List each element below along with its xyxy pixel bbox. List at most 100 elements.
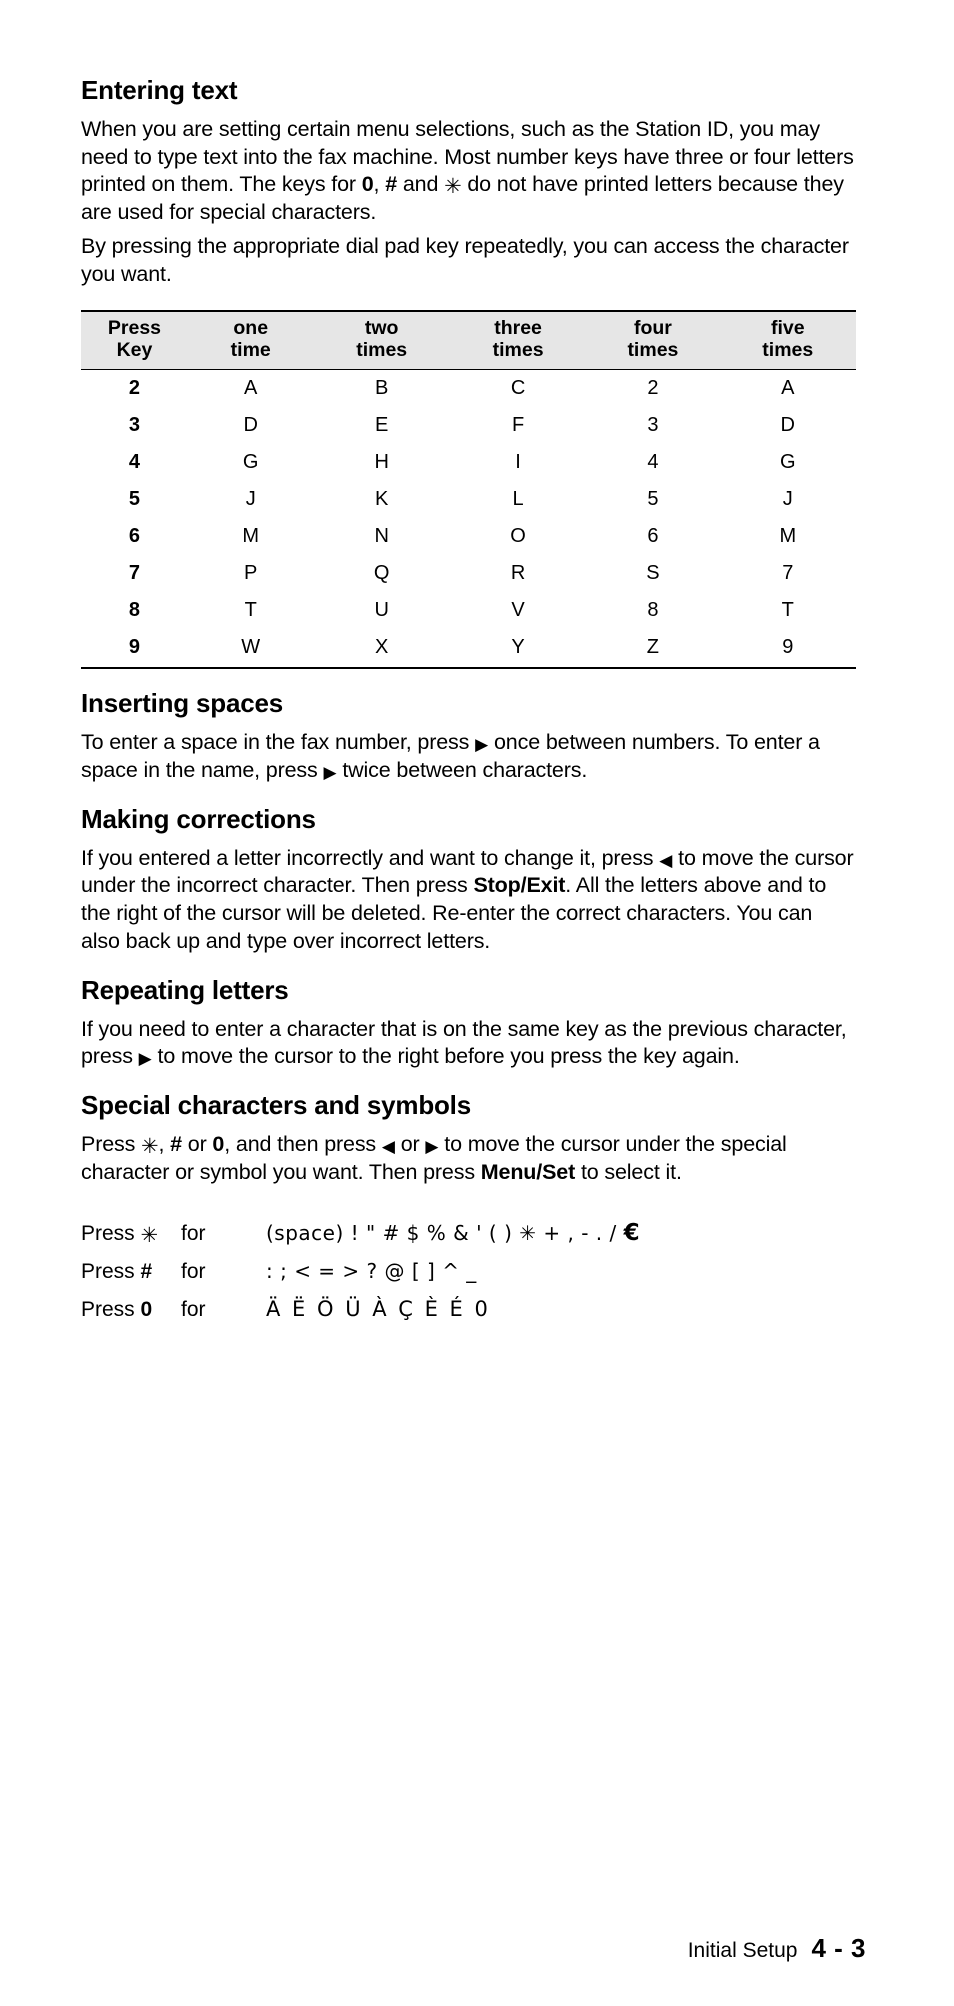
footer-page-number: 4 - 3 [811, 1933, 866, 1963]
column-header-five-times: five times [719, 310, 856, 370]
cell-five-times: M [779, 525, 797, 548]
intro-and: and [397, 172, 445, 197]
heading-repeating-letters: Repeating letters [81, 974, 289, 1005]
column-header-three-times: three times [449, 310, 587, 370]
key-label-hash: # [170, 1131, 182, 1156]
character-set-text: (space) ! " # $ % & ' ( ) ✳ + , - . / [266, 1221, 617, 1246]
header-line-1: three [494, 317, 542, 340]
list-item: Press 0 for Ä Ë Ö Ü À Ç È É 0 [81, 1297, 856, 1322]
for-label: for [181, 1298, 206, 1322]
asterisk-icon: ✳ [141, 1133, 159, 1158]
heading-special-characters: Special characters and symbols [81, 1090, 471, 1120]
cell-two-times: B [375, 377, 389, 400]
cell-five-times: T [781, 599, 794, 622]
table-row: 2 A B C 2 A [81, 369, 856, 407]
text-segment: To enter a space in the fax number, pres… [81, 730, 476, 755]
text-segment: , [158, 1131, 171, 1156]
cell-one-time: A [244, 377, 258, 400]
table-row: 9 W X Y Z 9 [81, 628, 856, 670]
text-segment: twice between characters. [336, 758, 588, 783]
arrow-right-icon: ▶ [475, 735, 489, 755]
character-set: : ; < = > ? @ [ ] ^ _ [266, 1259, 477, 1284]
header-line-2: times [356, 339, 408, 362]
cell-five-times: 7 [782, 562, 794, 585]
cell-four-times: S [646, 562, 660, 585]
key-zero-inline: 0 [361, 172, 374, 197]
cell-two-times: N [374, 525, 389, 548]
column-header-four-times: four times [586, 310, 720, 370]
page-footer: Initial Setup 4 - 3 [688, 1933, 866, 1964]
cell-four-times: 5 [647, 488, 659, 511]
cell-three-times: L [512, 488, 524, 511]
cell-two-times: K [375, 488, 389, 511]
key-hash-inline: # [385, 172, 398, 197]
asterisk-icon: ✳ [444, 174, 462, 199]
cell-four-times: 2 [647, 377, 659, 400]
cell-one-time: W [187, 628, 314, 670]
header-line-2: times [762, 339, 814, 362]
cell-key: 9 [81, 628, 188, 670]
header-line-2: times [627, 339, 679, 362]
cell-three-times: C [510, 377, 526, 400]
cell-two-times: E [375, 414, 389, 437]
cell-five-times: 9 [719, 628, 856, 670]
table-row: 8 T U V 8 T [81, 592, 856, 629]
text-segment: or [181, 1131, 213, 1156]
table-row: 7 P Q R S 7 [81, 555, 856, 592]
text-segment: If you entered a letter incorrectly and … [81, 845, 660, 870]
text-segment: to move the cursor to the right before y… [151, 1044, 740, 1069]
cell-five-times: A [781, 377, 795, 400]
column-header-two-times: two times [313, 310, 450, 370]
arrow-right-icon: ▶ [425, 1136, 439, 1156]
table-header: Press Key one time two times three times [81, 310, 856, 370]
cell-five-times: G [780, 451, 796, 474]
cell-one-time: J [245, 488, 256, 511]
press-word: Press [81, 1298, 135, 1322]
cell-five-times: D [780, 414, 795, 437]
key-label-stop-exit: Stop/Exit [473, 873, 566, 898]
intro-comma: , [373, 172, 386, 197]
euro-icon: € [623, 1220, 641, 1247]
paragraph-special-characters: Press ✳, # or 0, and then press ◀ or ▶ t… [81, 1131, 856, 1186]
special-character-list: Press ✳ for (space) ! " # $ % & ' ( ) ✳ … [81, 1220, 856, 1322]
cell-one-time: P [244, 562, 258, 585]
cell-two-times: X [313, 628, 450, 670]
header-line-1: Press [107, 317, 162, 340]
paragraph-repeating-letters: If you need to enter a character that is… [81, 1016, 856, 1071]
cell-key: 7 [128, 562, 141, 585]
column-header-press-key: Press Key [81, 310, 188, 370]
press-word: Press [81, 1260, 135, 1284]
key-label-hash: # [140, 1260, 153, 1284]
paragraph-inserting-spaces: To enter a space in the fax number, pres… [81, 729, 856, 784]
cell-one-time: T [244, 599, 257, 622]
cell-four-times: 4 [647, 451, 659, 474]
key-label-menu-set: Menu/Set [480, 1159, 576, 1184]
for-label: for [181, 1222, 206, 1246]
cell-one-time: D [243, 414, 258, 437]
cell-three-times: O [510, 525, 526, 548]
arrow-right-icon: ▶ [323, 763, 337, 783]
table-body: 2 A B C 2 A 3 D E F 3 D 4 G H I 4 G 5 J … [81, 369, 856, 670]
heading-inserting-spaces: Inserting spaces [81, 688, 283, 719]
footer-chapter-label: Initial Setup [687, 1939, 798, 1962]
arrow-left-icon: ◀ [381, 1136, 395, 1156]
cell-three-times: R [510, 562, 526, 585]
header-line-1: four [633, 317, 672, 340]
cell-two-times: H [374, 451, 389, 474]
press-key-label: Press 0 [81, 1298, 181, 1322]
key-character-table: Press Key one time two times three times [81, 310, 856, 670]
cell-two-times: U [374, 599, 389, 622]
press-word: Press [81, 1222, 135, 1246]
cell-four-times: 6 [647, 525, 659, 548]
text-segment: to select it. [575, 1159, 682, 1184]
asterisk-icon: ✳ [140, 1223, 159, 1248]
table-row: 6 M N O 6 M [81, 518, 856, 555]
list-item: Press ✳ for (space) ! " # $ % & ' ( ) ✳ … [81, 1220, 856, 1246]
cell-one-time: M [242, 525, 260, 548]
text-segment: Press [81, 1131, 142, 1156]
cell-key: 8 [128, 599, 141, 622]
cell-key: 3 [128, 414, 141, 437]
cell-five-times: J [782, 488, 793, 511]
arrow-left-icon: ◀ [659, 850, 673, 870]
cell-two-times: Q [373, 562, 390, 585]
